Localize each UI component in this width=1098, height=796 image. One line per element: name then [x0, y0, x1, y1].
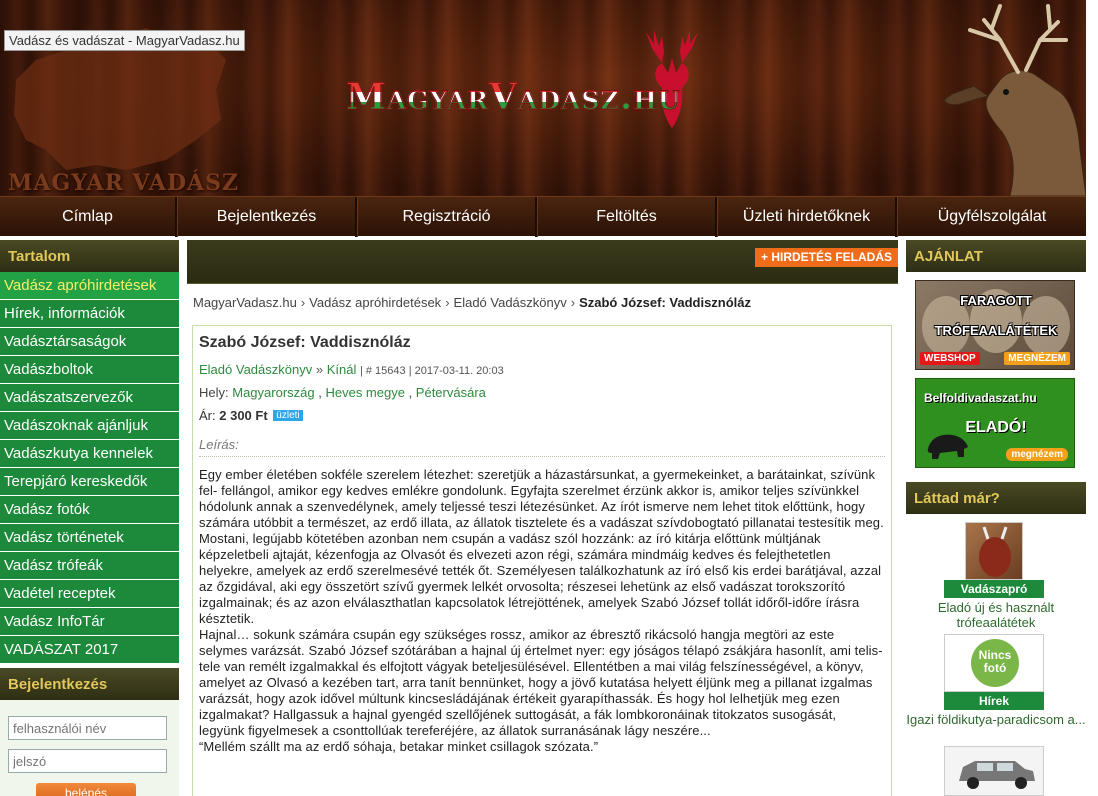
menu-item-offroad-dealers[interactable]: Terepjáró kereskedők [0, 468, 179, 496]
description-paragraph: Hajnal… sokunk számára csupán egy szüksé… [199, 627, 883, 738]
description-body: Egy ember életében sokféle szerelem léte… [199, 467, 885, 755]
menu-item-news[interactable]: Hírek, információk [0, 300, 179, 328]
login-panel: Bejelentkezés [0, 668, 179, 796]
nav-register[interactable]: Regisztráció [357, 197, 537, 237]
ad1-line2: TRÓFEAALÁTÉTEK [934, 323, 1058, 338]
listing-title: Szabó József: Vaddisznóláz [199, 334, 411, 351]
listing-location: Hely: Magyarország , Heves megye , Péter… [199, 385, 486, 400]
seen-section: Láttad már? [906, 482, 1086, 514]
menu-item-photos[interactable]: Vadász fotók [0, 496, 179, 524]
trophy-icon [979, 526, 1011, 577]
car-icon [959, 761, 1035, 789]
page: MAGYAR VADÁSZ MagyarVadasz.hu Vadász és … [0, 0, 1098, 796]
location-label: Hely: [199, 385, 229, 400]
browser-title-tooltip: Vadász és vadászat - MagyarVadasz.hu [4, 30, 245, 51]
nav-login[interactable]: Bejelentkezés [177, 197, 357, 237]
seen-heading: Láttad már? [906, 482, 1086, 514]
type-link[interactable]: Kínál [327, 362, 357, 377]
price-value: 2 300 Ft [219, 408, 268, 423]
breadcrumb-home[interactable]: MagyarVadasz.hu [193, 295, 297, 310]
description-quote: “Mellém szállt ma az erdő sóhaja, betaka… [199, 739, 599, 754]
ad2-view-badge: megnézem [1006, 448, 1068, 461]
seen-item-1-tag: Vadászapró [944, 580, 1044, 598]
listing-price: Ár: 2 300 Ft üzleti [199, 408, 885, 423]
menu-item-recommended[interactable]: Vadászoknak ajánljuk [0, 412, 179, 440]
logo-wordmark: MagyarVadasz.hu [346, 76, 681, 119]
password-input[interactable] [8, 749, 167, 773]
seen-item-2-tag: Hírek [944, 692, 1044, 710]
description-label: Leírás: [199, 437, 885, 457]
deer-illustration [943, 4, 1086, 196]
ad2-line1: Belfoldivadaszat.hu [924, 391, 1037, 405]
seen-item-2[interactable]: Nincs fotó Hírek [944, 634, 1044, 710]
breadcrumb-classifieds[interactable]: Vadász apróhirdetések [309, 295, 441, 310]
menu-item-classifieds[interactable]: Vadász apróhirdetések [0, 272, 179, 300]
no-photo-thumbnail: Nincs fotó [944, 634, 1044, 692]
seen-item-2-caption[interactable]: Igazi földikutya-paradicsom a... [906, 712, 1086, 727]
nav-business[interactable]: Üzleti hirdetőknek [717, 197, 897, 237]
username-input[interactable] [8, 716, 167, 740]
nav-upload[interactable]: Feltöltés [537, 197, 717, 237]
main-toolbar: + HIRDETÉS FELADÁS [187, 240, 898, 284]
menu-item-hunting-clubs[interactable]: Vadásztársaságok [0, 328, 179, 356]
category-link[interactable]: Eladó Vadászkönyv [199, 362, 312, 377]
breadcrumb-current: Szabó József: Vaddisznóláz [579, 295, 752, 310]
menu-item-hunting-2017[interactable]: VADÁSZAT 2017 [0, 636, 179, 664]
ad2-line2: ELADÓ! [965, 419, 1027, 436]
domestic-hunting-ad[interactable]: Belfoldivadaszat.hu ELADÓ! megnézem [915, 378, 1075, 468]
menu-item-organizers[interactable]: Vadászatszervezők [0, 384, 179, 412]
menu-item-trophies[interactable]: Vadász trófeák [0, 552, 179, 580]
menu-item-infotar[interactable]: Vadász InfoTár [0, 608, 179, 636]
sidebar-heading: Tartalom [0, 240, 179, 272]
seen-item-1[interactable]: Vadászapró [944, 522, 1044, 598]
seen-item-3[interactable] [944, 746, 1044, 796]
login-button[interactable]: belépés [36, 783, 136, 796]
menu-item-recipes[interactable]: Vadétel receptek [0, 580, 179, 608]
ad1-line1: FARAGOTT [960, 293, 1032, 308]
left-sidebar: Tartalom Vadász apróhirdetések Hírek, in… [0, 240, 179, 796]
business-badge: üzleti [273, 410, 303, 421]
login-heading: Bejelentkezés [0, 668, 179, 700]
vehicle-thumbnail [944, 746, 1044, 796]
site-header: MAGYAR VADÁSZ MagyarVadasz.hu Vadász és … [0, 0, 1086, 196]
trophy-mounts-ad[interactable]: FARAGOTT TRÓFEAALÁTÉTEK WEBSHOP MEGNÉZEM [915, 280, 1075, 370]
listing-id-date: | # 15643 | 2017-03-11. 20:03 [359, 365, 504, 377]
nav-support[interactable]: Ügyfélszolgálat [897, 197, 1086, 237]
no-photo-label: Nincs fotó [971, 639, 1019, 687]
offer-heading: AJÁNLAT [906, 240, 1086, 272]
main-nav: Címlap Bejelentkezés Regisztráció Feltöl… [0, 196, 1086, 237]
location-county-link[interactable]: Heves megye [325, 385, 404, 400]
breadcrumb-category[interactable]: Eladó Vadászkönyv [454, 295, 567, 310]
right-edge [1086, 0, 1098, 236]
post-advert-button[interactable]: + HIRDETÉS FELADÁS [754, 248, 898, 267]
location-town-link[interactable]: Pétervására [416, 385, 486, 400]
description-paragraph: Egy ember életében sokféle szerelem léte… [199, 467, 884, 626]
trophy-thumbnail [965, 522, 1023, 580]
price-label: Ár: [199, 408, 216, 423]
menu-item-stories[interactable]: Vadász történetek [0, 524, 179, 552]
breadcrumb: MagyarVadasz.hu › Vadász apróhirdetések › El… [193, 295, 752, 310]
location-country-link[interactable]: Magyarország [232, 385, 314, 400]
menu-item-kennels[interactable]: Vadászkutya kennelek [0, 440, 179, 468]
nav-home[interactable]: Címlap [0, 197, 177, 237]
meta-arrow: » [315, 362, 324, 377]
ad1-view-badge: MEGNÉZEM [1004, 352, 1070, 365]
webshop-badge: WEBSHOP [920, 352, 980, 365]
listing-box: Szabó József: Vaddisznóláz Eladó Vadászk… [192, 325, 892, 796]
listing-meta: Eladó Vadászkönyv » Kínál | # 15643 | 20… [199, 362, 885, 377]
main-content: + HIRDETÉS FELADÁS MagyarVadasz.hu › Vadás… [187, 240, 898, 796]
menu-item-shops[interactable]: Vadászboltok [0, 356, 179, 384]
brand-watermark: MAGYAR VADÁSZ [8, 170, 240, 196]
seen-item-1-caption[interactable]: Eladó új és használt trófeaalátétek [906, 600, 1086, 630]
right-sidebar: AJÁNLAT FARAGOTT TRÓFEAALÁTÉTEK WEBSHOP … [906, 240, 1086, 796]
